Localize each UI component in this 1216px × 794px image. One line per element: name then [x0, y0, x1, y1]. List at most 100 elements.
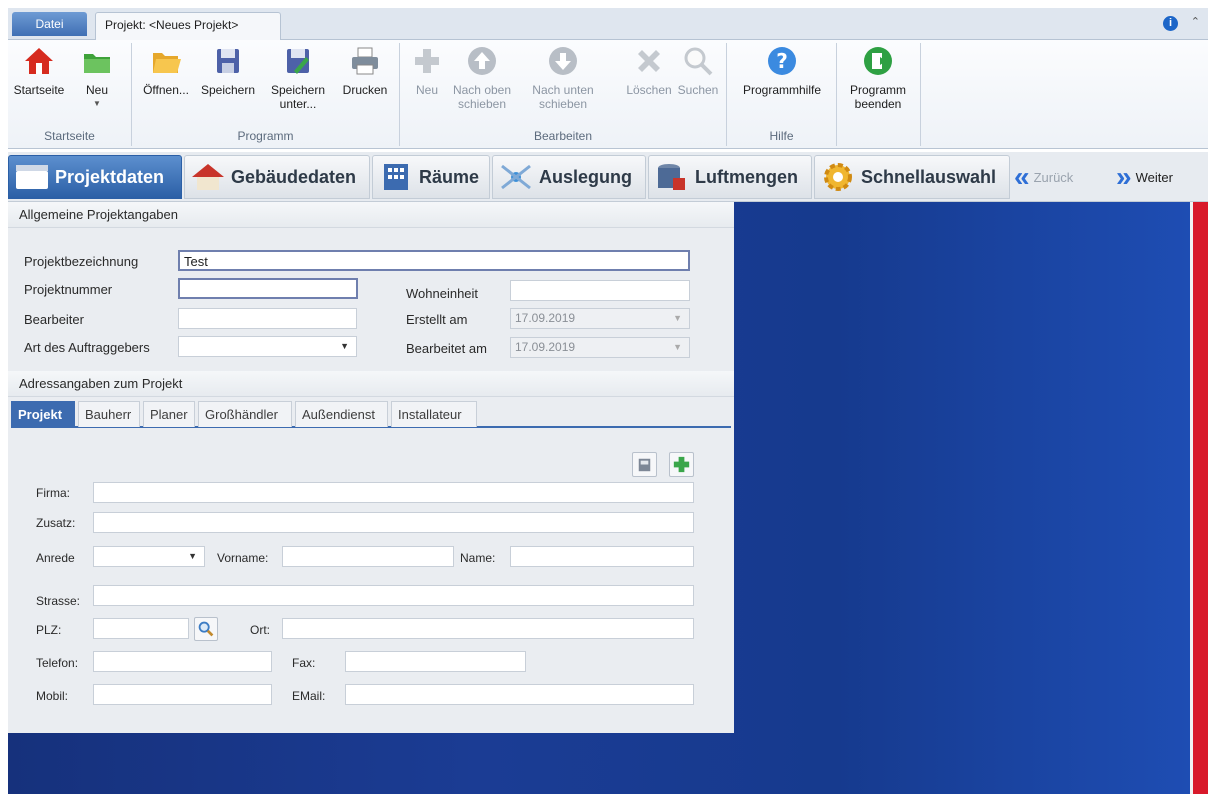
plz-input[interactable]	[93, 618, 189, 639]
group-beenden: Programm beenden	[837, 43, 921, 146]
label-ort: Ort:	[250, 623, 270, 637]
section-address-header: Adressangaben zum Projekt	[8, 371, 734, 397]
database-icon	[658, 164, 685, 190]
label-strasse: Strasse:	[36, 594, 81, 608]
nav-tab-raeume[interactable]: Räume	[372, 155, 490, 199]
double-chevron-right-icon: »	[1116, 161, 1132, 192]
nav-tab-schnellauswahl[interactable]: Schnellauswahl	[814, 155, 1010, 199]
ort-input[interactable]	[282, 618, 694, 639]
suchen-button[interactable]: Suchen	[672, 45, 724, 97]
gear-icon	[824, 163, 852, 191]
arrow-down-icon	[549, 47, 577, 75]
weiter-button[interactable]: » Weiter	[1116, 155, 1204, 199]
label-anrede: Anrede	[36, 551, 75, 565]
programmhilfe-button[interactable]: ? Programmhilfe	[733, 45, 831, 97]
label-bearbeiter: Bearbeiter	[24, 312, 84, 327]
nav-tab-auslegung[interactable]: Auslegung	[492, 155, 646, 199]
strasse-input[interactable]	[93, 585, 694, 606]
group-startseite: Startseite Neu ▼ Startseite	[8, 43, 132, 146]
address-book-button[interactable]	[632, 452, 657, 477]
dropdown-arrow-icon: ▼	[188, 551, 197, 561]
anrede-select[interactable]: ▼	[93, 546, 205, 567]
drucken-button[interactable]: Drucken	[336, 45, 394, 97]
vorname-input[interactable]	[282, 546, 454, 567]
folder-new-icon	[84, 54, 110, 73]
house-icon	[192, 164, 224, 190]
oeffnen-button[interactable]: Öffnen...	[137, 45, 195, 97]
group-bearbeiten: Neu Nach oben schieben Nach unten schieb…	[400, 43, 727, 146]
label-erstellt-am: Erstellt am	[406, 312, 468, 327]
erstellt-am-field: 17.09.2019 ▼	[510, 308, 690, 329]
programm-beenden-button[interactable]: Programm beenden	[841, 45, 915, 111]
zurueck-button[interactable]: « Zurück	[1014, 155, 1102, 199]
tab-projekt[interactable]: Projekt	[11, 401, 75, 427]
exit-icon	[864, 47, 892, 75]
name-input[interactable]	[510, 546, 694, 567]
tab-installateur[interactable]: Installateur	[391, 401, 477, 427]
dropdown-arrow-icon: ▼	[673, 342, 682, 352]
double-chevron-left-icon: «	[1014, 161, 1030, 192]
group-label-hilfe: Hilfe	[769, 129, 794, 143]
ribbon-tab-strip: Datei Projekt: <Neues Projekt> i ⌃	[8, 8, 1208, 41]
home-icon	[25, 48, 53, 74]
label-projektnummer: Projektnummer	[24, 282, 113, 297]
telefon-input[interactable]	[93, 651, 272, 672]
dropdown-arrow-icon: ▼	[340, 341, 349, 351]
neu-eintrag-button[interactable]: Neu	[410, 45, 444, 97]
speichern-button[interactable]: Speichern	[196, 45, 260, 97]
ribbon: Startseite Neu ▼ Startseite Öffnen... Sp…	[8, 40, 1208, 149]
tab-grosshaendler[interactable]: Großhändler	[198, 401, 292, 427]
label-bearbeitet-am: Bearbeitet am	[406, 341, 487, 356]
wohneinheit-input[interactable]	[510, 280, 690, 301]
label-plz: PLZ:	[36, 623, 62, 637]
clapperboard-icon	[16, 165, 48, 189]
startseite-button[interactable]: Startseite	[10, 45, 68, 97]
group-programm: Öffnen... Speichern Speichern unter... D…	[132, 43, 400, 146]
magnifier-icon	[198, 621, 214, 637]
bearbeiter-input[interactable]	[178, 308, 357, 329]
help-icon: ?	[768, 47, 796, 75]
tab-aussendienst[interactable]: Außendienst	[295, 401, 388, 427]
address-book-icon	[638, 458, 651, 472]
firma-input[interactable]	[93, 482, 694, 503]
magnifier-icon	[684, 47, 713, 76]
art-auftraggeber-select[interactable]: ▼	[178, 336, 357, 357]
projektbezeichnung-input[interactable]: Test	[178, 250, 690, 271]
label-wohneinheit: Wohneinheit	[406, 286, 479, 301]
label-vorname: Vorname:	[217, 551, 269, 565]
bearbeitet-am-field: 17.09.2019 ▼	[510, 337, 690, 358]
label-zusatz: Zusatz:	[36, 516, 76, 530]
nach-oben-button[interactable]: Nach oben schieben	[450, 45, 514, 111]
loeschen-button[interactable]: Löschen	[624, 45, 674, 97]
fax-input[interactable]	[345, 651, 526, 672]
neu-button[interactable]: Neu ▼	[74, 45, 120, 111]
projektnummer-input[interactable]	[178, 278, 358, 299]
plus-green-icon	[673, 456, 690, 473]
speichern-unter-button[interactable]: Speichern unter...	[263, 45, 333, 111]
tab-datei[interactable]: Datei	[12, 12, 87, 36]
tab-projekt[interactable]: Projekt: <Neues Projekt>	[95, 12, 281, 41]
save-icon	[217, 49, 239, 73]
group-label-programm: Programm	[237, 129, 294, 143]
zusatz-input[interactable]	[93, 512, 694, 533]
info-icon[interactable]: i	[1163, 16, 1178, 31]
nach-unten-button[interactable]: Nach unten schieben	[527, 45, 599, 111]
arrow-up-icon	[468, 47, 496, 75]
folder-open-icon	[153, 53, 181, 73]
building-icon	[384, 164, 408, 190]
network-icon	[501, 164, 531, 190]
dropdown-arrow-icon: ▼	[673, 313, 682, 323]
collapse-ribbon-icon[interactable]: ⌃	[1191, 15, 1200, 28]
plz-search-button[interactable]	[194, 617, 218, 641]
nav-tab-luftmengen[interactable]: Luftmengen	[648, 155, 812, 199]
nav-tab-projektdaten[interactable]: Projektdaten	[8, 155, 182, 199]
tab-planer[interactable]: Planer	[143, 401, 195, 427]
mobil-input[interactable]	[93, 684, 272, 705]
nav-tab-gebaeudedaten[interactable]: Gebäudedaten	[184, 155, 370, 199]
tab-bauherr[interactable]: Bauherr	[78, 401, 140, 427]
label-art-auftraggeber: Art des Auftraggebers	[24, 340, 150, 355]
label-projektbezeichnung: Projektbezeichnung	[24, 254, 139, 269]
email-input[interactable]	[345, 684, 694, 705]
label-firma: Firma:	[36, 486, 70, 500]
add-address-button[interactable]	[669, 452, 694, 477]
